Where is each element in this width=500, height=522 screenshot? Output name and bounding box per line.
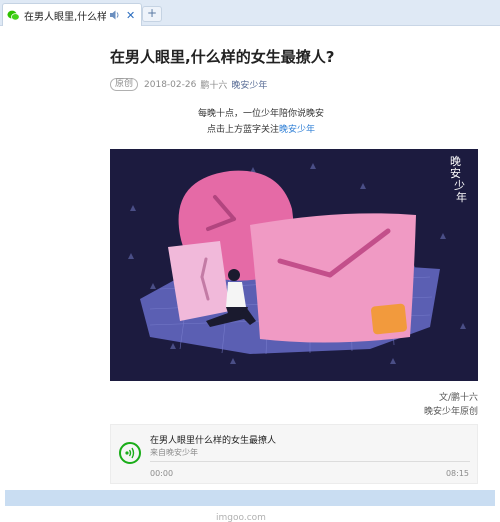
tab-close-icon[interactable]: ✕ [126, 10, 135, 21]
audio-progress-bar[interactable] [150, 461, 470, 462]
audio-player[interactable]: 在男人眼里什么样的女生最撩人 来自晚安少年 00:00 08:15 [110, 424, 478, 484]
account-link[interactable]: 晚安少年 [231, 78, 267, 91]
bottom-status-bar [5, 490, 495, 506]
illustration-artwork: 晚 安 少 年 [110, 149, 478, 381]
watermark: imgoo.com [216, 513, 266, 522]
new-tab-button[interactable]: + [142, 6, 162, 22]
audio-current-time: 00:00 [150, 469, 174, 478]
author-name: 鹏十六 [200, 81, 228, 91]
publish-date: 2018-02-26 [144, 79, 197, 90]
svg-text:安: 安 [450, 166, 461, 180]
browser-tab[interactable]: 在男人眼里,什么样的 ✕ [2, 3, 142, 26]
speaker-icon[interactable] [109, 9, 121, 21]
article-title: 在男人眼里,什么样的女生最撩人? [110, 48, 335, 66]
audio-wave-icon [125, 447, 135, 459]
audio-title: 在男人眼里什么样的女生最撩人 [150, 436, 277, 446]
svg-text:年: 年 [456, 190, 467, 204]
intro-line-2-text: 点击上方蓝字关注 [206, 125, 279, 135]
article-page: 在男人眼里,什么样的女生最撩人? 原创 2018-02-26 鹏十六 晚安少年 … [0, 26, 500, 490]
audio-duration: 08:15 [445, 469, 469, 478]
browser-tab-bar: 在男人眼里,什么样的 ✕ + [0, 0, 500, 26]
article-illustration: 晚 安 少 年 [110, 149, 478, 381]
tab-title: 在男人眼里,什么样的 [24, 11, 106, 23]
follow-account-link[interactable]: 晚安少年 [279, 125, 315, 135]
wechat-icon [7, 10, 20, 21]
audio-source: 来自晚安少年 [150, 448, 198, 457]
play-button[interactable] [119, 442, 141, 464]
credit-source: 晚安少年原创 [423, 407, 478, 417]
intro-line-2: 点击上方蓝字关注晚安少年 [110, 122, 370, 135]
intro-line-1: 每晚十点，一位少年陪你说晚安 [197, 109, 324, 119]
article-meta: 原创 2018-02-26 鹏十六 晚安少年 [110, 78, 267, 91]
original-badge: 原创 [110, 78, 139, 91]
credit-author: 文/鹏十六 [438, 393, 478, 403]
